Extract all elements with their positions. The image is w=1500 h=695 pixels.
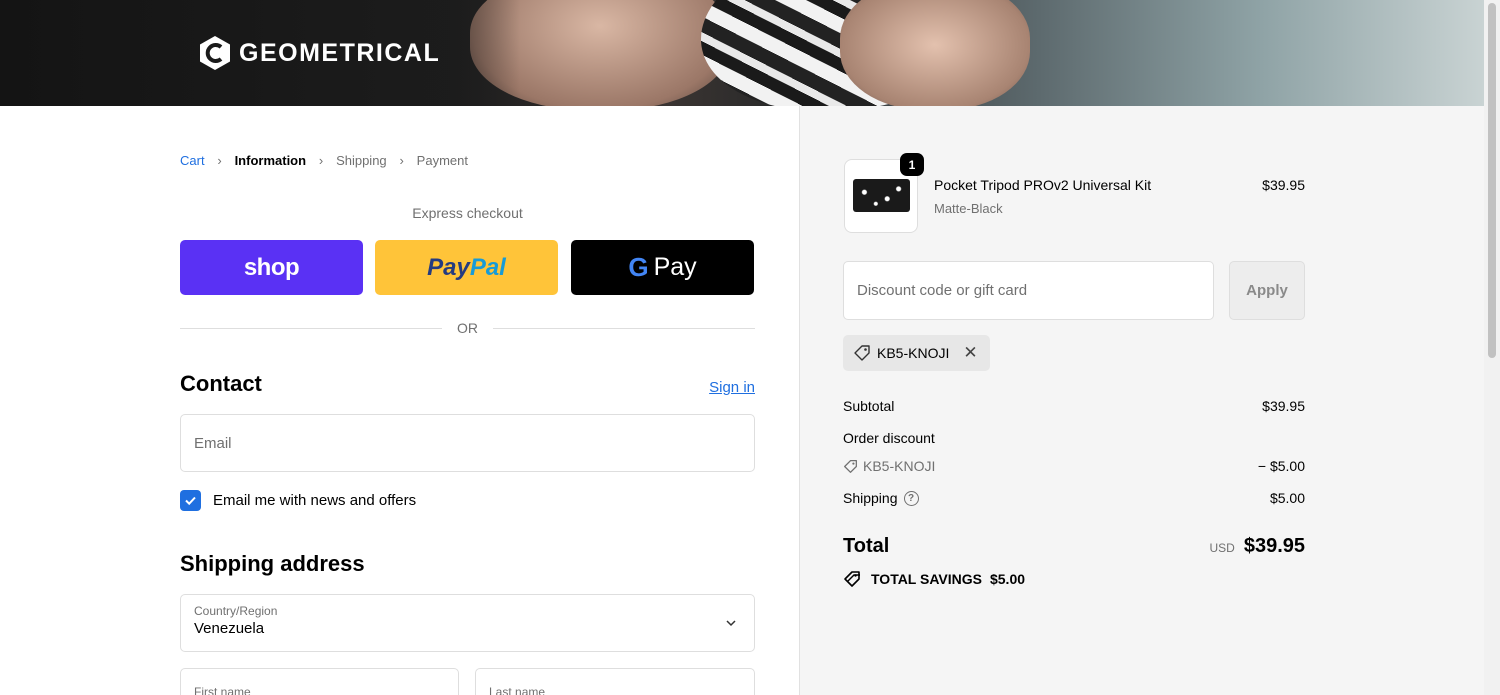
newsletter-label: Email me with news and offers <box>213 492 417 509</box>
email-placeholder: Email <box>194 434 232 452</box>
divider-line <box>493 327 755 329</box>
paypal-button[interactable]: Pay Pal <box>375 240 558 295</box>
subtotal-value: $39.95 <box>1262 398 1305 414</box>
header-banner: GEOMETRICAL <box>0 0 1484 106</box>
discount-code-label: KB5-KNOJI <box>863 458 936 474</box>
total-value: $39.95 <box>1243 535 1305 557</box>
applied-code-label: KB5-KNOJI <box>877 345 950 361</box>
currency-code: USD <box>1209 541 1235 555</box>
sign-in-link[interactable]: Sign in <box>709 379 755 396</box>
country-select[interactable]: Country/Region Venezuela <box>180 594 755 652</box>
brand-name: GEOMETRICAL <box>239 38 441 67</box>
tag-icon <box>844 459 857 473</box>
subtotal-label: Subtotal <box>843 398 895 414</box>
product-image <box>853 179 910 212</box>
apply-discount-button[interactable]: Apply <box>1229 261 1305 320</box>
shipping-address-heading: Shipping address <box>180 551 365 576</box>
google-pay-label: Pay <box>653 253 697 281</box>
total-row: Total USD $39.95 <box>843 535 1305 558</box>
paypal-label-part1: Pay <box>427 253 470 281</box>
breadcrumb-shipping: Shipping <box>336 153 387 168</box>
google-pay-button[interactable]: G Pay <box>571 240 754 295</box>
total-label: Total <box>843 535 890 557</box>
discount-value: − $5.00 <box>1257 458 1305 474</box>
first-name-placeholder: First name <box>194 685 251 695</box>
chevron-right-icon: › <box>318 153 324 168</box>
scrollbar-thumb[interactable] <box>1488 3 1496 358</box>
total-value-group: USD $39.95 <box>1209 535 1305 558</box>
country-value: Venezuela <box>194 620 265 637</box>
shop-pay-button[interactable]: shop <box>180 240 363 295</box>
chevron-right-icon: › <box>399 153 404 168</box>
google-g-letter: G <box>628 252 649 282</box>
first-name-field[interactable]: First name <box>180 668 459 695</box>
shop-pay-label: shop <box>243 253 300 281</box>
product-name: Pocket Tripod PROv2 Universal Kit <box>934 177 1152 193</box>
brand-logo[interactable]: GEOMETRICAL <box>197 34 440 72</box>
paypal-label-part2: Pal <box>469 253 506 281</box>
google-g-icon: G <box>628 252 648 283</box>
help-icon[interactable]: ? <box>903 490 919 506</box>
shipping-value: $5.00 <box>1269 490 1305 506</box>
chevron-down-icon <box>726 620 736 627</box>
email-field[interactable]: Email <box>180 414 755 472</box>
remove-discount-icon[interactable]: ✕ <box>963 343 977 363</box>
total-savings: TOTAL SAVINGS $5.00 <box>843 570 1025 588</box>
product-variant: Matte-Black <box>934 201 1003 216</box>
last-name-placeholder: Last name <box>489 685 546 695</box>
breadcrumb-information: Information <box>234 153 307 168</box>
order-discount-row: Order discount <box>843 430 1305 446</box>
quantity-badge: 1 <box>900 153 924 176</box>
product-price: $39.95 <box>1262 177 1305 193</box>
subtotal-row: Subtotal $39.95 <box>843 398 1305 414</box>
breadcrumb-cart[interactable]: Cart <box>180 153 205 168</box>
or-label: OR <box>457 320 478 336</box>
express-checkout-title: Express checkout <box>412 205 523 221</box>
savings-label: TOTAL SAVINGS <box>871 571 982 587</box>
breadcrumb-payment: Payment <box>416 153 468 168</box>
banner-hand-right <box>840 0 1030 106</box>
discount-code-info: KB5-KNOJI <box>843 458 935 474</box>
checkmark-icon <box>185 496 196 506</box>
savings-tag-icon <box>844 571 860 587</box>
discount-placeholder: Discount code or gift card <box>857 282 1028 299</box>
or-divider: OR <box>180 318 755 338</box>
newsletter-option[interactable]: Email me with news and offers <box>180 490 416 511</box>
tag-icon <box>854 345 870 361</box>
brand-logo-icon <box>200 36 230 70</box>
last-name-field[interactable]: Last name <box>475 668 755 695</box>
savings-value: $5.00 <box>989 571 1026 587</box>
shipping-row: Shipping ? $5.00 <box>843 490 1305 506</box>
shipping-label: Shipping <box>843 490 898 506</box>
chevron-right-icon: › <box>217 153 222 168</box>
breadcrumb: Cart › Information › Shipping › Payment <box>180 153 468 168</box>
order-discount-label: Order discount <box>843 430 935 446</box>
divider-line <box>180 327 442 329</box>
newsletter-checkbox[interactable] <box>180 490 201 511</box>
contact-heading: Contact <box>180 371 262 396</box>
country-label: Country/Region <box>194 604 278 618</box>
discount-code-row: KB5-KNOJI − $5.00 <box>843 458 1305 474</box>
discount-code-input[interactable]: Discount code or gift card <box>843 261 1214 320</box>
applied-discount-chip: KB5-KNOJI ✕ <box>843 335 990 371</box>
page-scrollbar[interactable] <box>1484 0 1500 695</box>
shipping-label-group: Shipping ? <box>843 490 919 506</box>
